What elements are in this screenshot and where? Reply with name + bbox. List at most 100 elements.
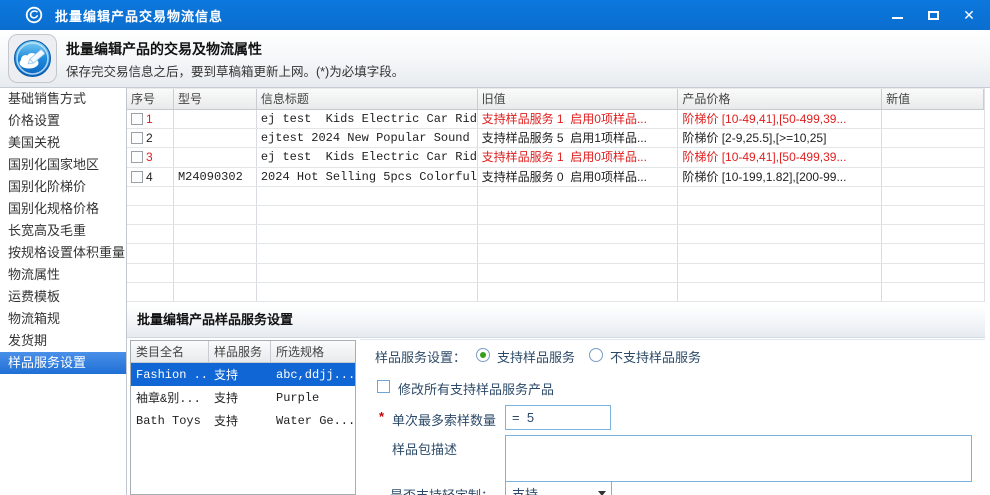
table-row-empty bbox=[127, 225, 984, 244]
cell-category: Fashion ... bbox=[131, 363, 209, 386]
sample-pack-desc-textarea[interactable] bbox=[505, 435, 972, 482]
cell-title: ej test Kids Electric Car Ride... bbox=[257, 110, 478, 128]
sidebar-item-freight-template[interactable]: 运费模板 bbox=[0, 286, 126, 308]
cell-title: 2024 Hot Selling 5pcs Colorful ... bbox=[257, 168, 478, 186]
sidebar-item-country-spec-price[interactable]: 国别化规格价格 bbox=[0, 198, 126, 220]
table-row: 3 ej test Kids Electric Car Ride... 支持样品… bbox=[127, 148, 984, 167]
list-item[interactable]: Bath Toys 支持 Water Ge... bbox=[131, 409, 355, 432]
close-icon: ✕ bbox=[963, 7, 975, 24]
col-header-title: 信息标题 bbox=[257, 89, 478, 109]
cell-index: 1 bbox=[127, 110, 174, 128]
sidebar-item-price-setting[interactable]: 价格设置 bbox=[0, 110, 126, 132]
radio-support-sample-label[interactable]: 支持样品服务 bbox=[497, 347, 575, 366]
radio-no-support-sample-label[interactable]: 不支持样品服务 bbox=[610, 347, 701, 366]
sidebar-item-delivery-period[interactable]: 发货期 bbox=[0, 330, 126, 352]
max-sample-qty-input[interactable]: = 5 bbox=[505, 405, 611, 430]
table-row-empty bbox=[127, 283, 984, 302]
cell-new-value bbox=[882, 148, 984, 166]
batch-edit-window: 批量编辑产品交易物流信息 ✕ bbox=[0, 0, 990, 495]
sidebar-item-basic-sale[interactable]: 基础销售方式 bbox=[0, 88, 126, 110]
cell-index: 2 bbox=[127, 129, 174, 147]
sidebar-item-logistics-attr[interactable]: 物流属性 bbox=[0, 264, 126, 286]
minimize-button[interactable] bbox=[884, 2, 910, 28]
cell-new-value bbox=[882, 168, 984, 186]
sample-section-title: 批量编辑产品样品服务设置 bbox=[137, 309, 293, 328]
cell-sample-service: 支持 bbox=[209, 409, 271, 432]
modify-all-label[interactable]: 修改所有支持样品服务产品 bbox=[398, 379, 554, 398]
col-header-selected-specs: 所选规格 bbox=[271, 341, 355, 362]
cell-new-value bbox=[882, 129, 984, 147]
cell-model bbox=[174, 148, 257, 166]
cell-model bbox=[174, 129, 257, 147]
page-title: 批量编辑产品的交易及物流属性 bbox=[66, 39, 262, 59]
row-checkbox[interactable] bbox=[131, 171, 143, 183]
cell-category: Bath Toys bbox=[131, 409, 209, 432]
light-custom-select[interactable]: 支持 bbox=[505, 481, 612, 495]
row-checkbox[interactable] bbox=[131, 132, 143, 144]
sample-section-band: 批量编辑产品样品服务设置 bbox=[127, 302, 985, 338]
col-header-old-value: 旧值 bbox=[478, 89, 679, 109]
sidebar-item-country-tier-price[interactable]: 国别化阶梯价 bbox=[0, 176, 126, 198]
table-header-row: 序号 型号 信息标题 旧值 产品价格 新值 bbox=[127, 88, 984, 110]
radio-support-sample[interactable] bbox=[476, 348, 490, 362]
minimize-icon bbox=[892, 17, 903, 19]
cell-old-value: 支持样品服务 0 启用0项样品... bbox=[478, 168, 679, 186]
cell-sample-service: 支持 bbox=[209, 363, 271, 386]
row-checkbox[interactable] bbox=[131, 113, 143, 125]
sidebar: 基础销售方式 价格设置 美国关税 国别化国家地区 国别化阶梯价 国别化规格价格 … bbox=[0, 88, 127, 495]
cell-selected-specs: Water Ge... bbox=[271, 409, 355, 432]
category-list: 类目全名 样品服务 所选规格 Fashion ... 支持 abc,ddjj..… bbox=[130, 340, 356, 495]
light-custom-select-value: 支持 bbox=[512, 484, 538, 495]
cell-model: M24090302 bbox=[174, 168, 257, 186]
cell-title: ej test Kids Electric Car Ride... bbox=[257, 148, 478, 166]
cell-category: 袖章&别... bbox=[131, 386, 209, 409]
sidebar-item-us-tariff[interactable]: 美国关税 bbox=[0, 132, 126, 154]
maximize-icon bbox=[928, 11, 939, 20]
app-logo-icon bbox=[25, 6, 43, 24]
cell-model bbox=[174, 110, 257, 128]
col-header-category: 类目全名 bbox=[131, 341, 209, 362]
row-checkbox[interactable] bbox=[131, 151, 143, 163]
modify-all-checkbox[interactable] bbox=[377, 380, 390, 393]
titlebar: 批量编辑产品交易物流信息 ✕ bbox=[0, 0, 990, 30]
sidebar-item-logistics-carton[interactable]: 物流箱规 bbox=[0, 308, 126, 330]
close-button[interactable]: ✕ bbox=[956, 2, 982, 28]
sidebar-item-country-region[interactable]: 国别化国家地区 bbox=[0, 154, 126, 176]
cell-price: 阶梯价 [10-49,41],[50-499,39... bbox=[678, 148, 882, 166]
table-row: 2 ejtest 2024 New Popular Sound S... 支持样… bbox=[127, 129, 984, 148]
window-controls: ✕ bbox=[884, 0, 982, 30]
col-header-new-value: 新值 bbox=[882, 89, 984, 109]
chevron-down-icon bbox=[598, 491, 606, 495]
cell-price: 阶梯价 [2-9,25.5],[>=10,25] bbox=[678, 129, 882, 147]
sidebar-item-spec-volume-weight[interactable]: 按规格设置体积重量 bbox=[0, 242, 126, 264]
product-table: 序号 型号 信息标题 旧值 产品价格 新值 1 ej test Kids Ele… bbox=[127, 88, 985, 302]
cell-selected-specs: Purple bbox=[271, 386, 355, 409]
table-row-empty bbox=[127, 187, 984, 206]
table-row-empty bbox=[127, 206, 984, 225]
cell-sample-service: 支持 bbox=[209, 386, 271, 409]
light-custom-label: 是否支持轻定制： bbox=[390, 485, 494, 495]
form-divider bbox=[360, 339, 985, 340]
cell-old-value: 支持样品服务 1 启用0项样品... bbox=[478, 110, 679, 128]
main-content: 序号 型号 信息标题 旧值 产品价格 新值 1 ej test Kids Ele… bbox=[127, 88, 990, 495]
page-subtitle: 保存完交易信息之后，要到草稿箱更新上网。(*)为必填字段。 bbox=[66, 61, 404, 80]
required-asterisk: * bbox=[379, 409, 384, 424]
col-header-model: 型号 bbox=[174, 89, 257, 109]
col-header-index: 序号 bbox=[127, 89, 174, 109]
cell-selected-specs: abc,ddjj... bbox=[271, 363, 355, 386]
maximize-button[interactable] bbox=[920, 2, 946, 28]
sidebar-item-dimensions-weight[interactable]: 长宽高及毛重 bbox=[0, 220, 126, 242]
max-sample-qty-label: 单次最多索样数量 bbox=[392, 410, 496, 429]
sidebar-item-sample-service[interactable]: 样品服务设置 bbox=[0, 352, 126, 374]
list-item[interactable]: Fashion ... 支持 abc,ddjj... bbox=[131, 363, 355, 386]
cell-old-value: 支持样品服务 1 启用0项样品... bbox=[478, 148, 679, 166]
sample-pack-desc-label: 样品包描述 bbox=[392, 439, 457, 458]
header-banner: 批量编辑产品的交易及物流属性 保存完交易信息之后，要到草稿箱更新上网。(*)为必… bbox=[0, 30, 990, 88]
table-row-empty bbox=[127, 244, 984, 263]
table-row-empty bbox=[127, 264, 984, 283]
cell-price: 阶梯价 [10-49,41],[50-499,39... bbox=[678, 110, 882, 128]
sample-service-setting-label: 样品服务设置： bbox=[375, 347, 466, 366]
radio-no-support-sample[interactable] bbox=[589, 348, 603, 362]
list-item[interactable]: 袖章&别... 支持 Purple bbox=[131, 386, 355, 409]
cell-index: 4 bbox=[127, 168, 174, 186]
